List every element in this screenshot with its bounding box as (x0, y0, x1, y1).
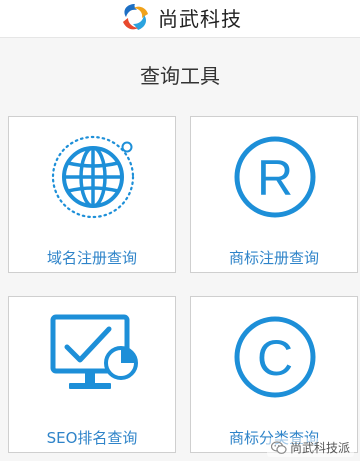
watermark: 尚武科技派 (266, 438, 354, 457)
brand-name: 尚武科技 (158, 6, 242, 31)
tool-card-trademark-class[interactable]: C 商标分类查询 (190, 296, 358, 453)
tool-label: 域名注册查询 (46, 249, 137, 267)
brand-logo-icon (123, 4, 148, 30)
svg-text:C: C (257, 330, 293, 386)
registered-trademark-icon: R (234, 136, 316, 218)
globe-icon (51, 135, 135, 219)
copyright-icon: C (234, 316, 316, 398)
svg-text:R: R (257, 150, 293, 206)
watermark-text: 尚武科技派 (289, 441, 350, 455)
wechat-icon (270, 440, 287, 454)
section-title: 查询工具 (140, 64, 220, 88)
tool-card-domain[interactable]: 域名注册查询 (8, 116, 176, 273)
tool-card-trademark-registration[interactable]: R 商标注册查询 (190, 116, 358, 273)
brand[interactable]: 尚武科技 (118, 2, 242, 32)
top-header: 尚武科技 (0, 0, 360, 38)
tool-label: SEO排名查询 (46, 429, 138, 447)
tool-card-seo[interactable]: SEO排名查询 (8, 296, 176, 453)
tool-label: 商标注册查询 (228, 249, 319, 267)
monitor-chart-icon (50, 314, 138, 389)
